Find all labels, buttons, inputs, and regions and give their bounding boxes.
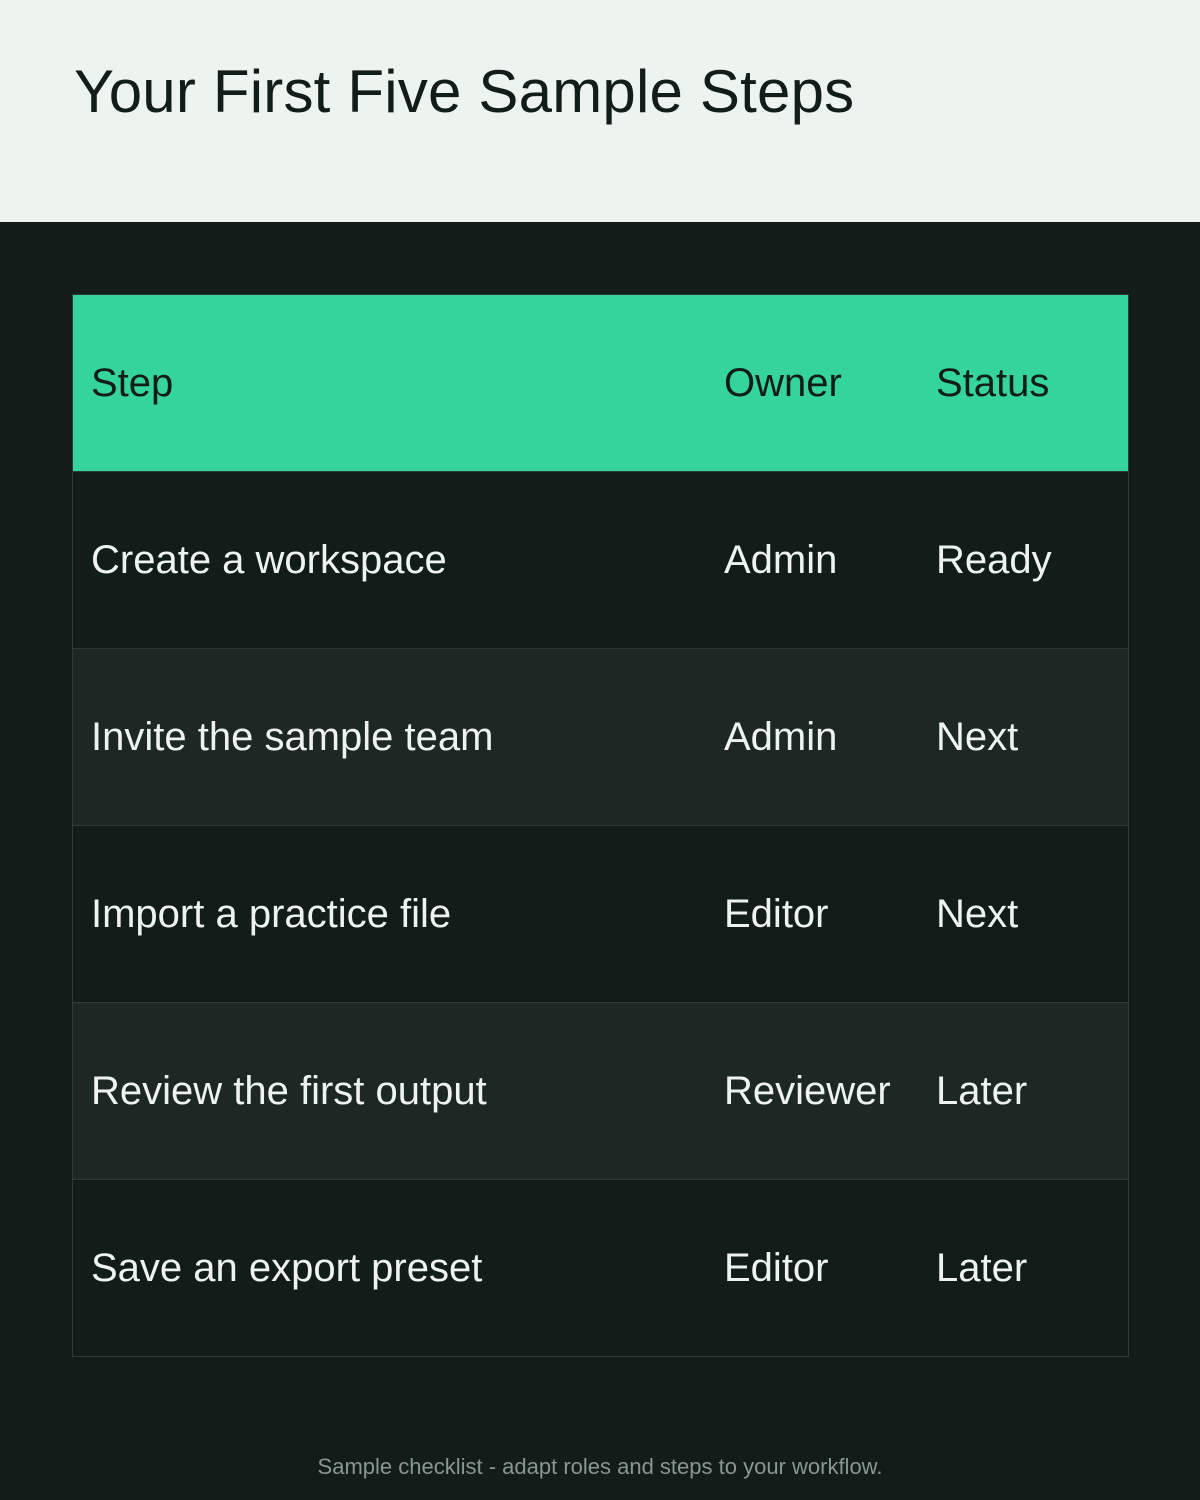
table-row: Import a practice file Editor Next [73, 825, 1128, 1002]
table-row: Invite the sample team Admin Next [73, 648, 1128, 825]
cell-owner: Editor [724, 891, 829, 936]
cell-step: Invite the sample team [91, 714, 494, 759]
cell-step: Save an export preset [91, 1245, 483, 1290]
table-header-row: Step Owner Status [73, 295, 1128, 471]
cell-status: Later [936, 1068, 1028, 1113]
cell-owner: Admin [724, 537, 838, 582]
page-title: Your First Five Sample Steps [74, 58, 855, 125]
cell-step: Review the first output [91, 1068, 487, 1113]
cell-step: Create a workspace [91, 537, 447, 582]
column-header-step: Step [91, 360, 174, 405]
table-row: Review the first output Reviewer Later [73, 1002, 1128, 1179]
table-body: Create a workspace Admin Ready Invite the s… [73, 471, 1128, 1356]
cell-status: Next [936, 891, 1019, 936]
table-row: Create a workspace Admin Ready [73, 471, 1128, 648]
table-row: Save an export preset Editor Later [73, 1179, 1128, 1356]
header-band: Your First Five Sample Steps [0, 0, 1200, 222]
cell-owner: Reviewer [724, 1068, 891, 1113]
cell-status: Later [936, 1245, 1028, 1290]
footer-note: Sample checklist - adapt roles and steps… [317, 1454, 883, 1479]
cell-step: Import a practice file [91, 891, 452, 936]
column-header-owner: Owner [724, 360, 842, 405]
cell-status: Next [936, 714, 1019, 759]
cell-status: Ready [936, 537, 1052, 582]
steps-table: Step Owner Status Create a workspace Admi… [72, 294, 1129, 1357]
cell-owner: Admin [724, 714, 838, 759]
cell-owner: Editor [724, 1245, 829, 1290]
column-header-status: Status [936, 360, 1050, 405]
